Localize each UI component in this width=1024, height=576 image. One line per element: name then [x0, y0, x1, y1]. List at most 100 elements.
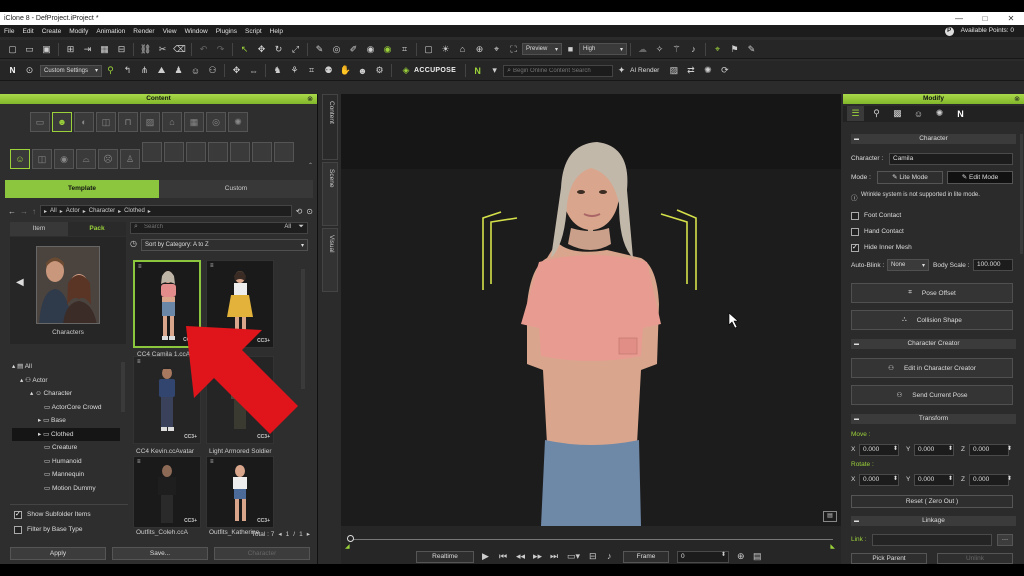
select-icon[interactable]: ↖: [236, 42, 253, 57]
eye-icon[interactable]: ◉: [362, 42, 379, 57]
link-icon[interactable]: ⛓: [137, 42, 154, 57]
puppet-icon[interactable]: ⚘: [286, 63, 303, 78]
tree-scrollbar[interactable]: [121, 362, 125, 412]
thumb-coleh[interactable]: ≡ CC3+ Outfits_Coleh.ccA: [133, 456, 201, 536]
terrain-icon[interactable]: ⛰: [153, 63, 170, 78]
thumb-katherine[interactable]: ≡ CC3+ Outfits_Katherine: [206, 456, 274, 536]
hair-sub-icon[interactable]: ⌓: [76, 149, 96, 169]
mocap-icon[interactable]: ⚉: [320, 63, 337, 78]
pose-offset-button[interactable]: ⌗ Pose Offset: [851, 283, 1013, 303]
lite-mode-button[interactable]: ✎ Lite Mode: [877, 171, 943, 184]
physics-tab-icon[interactable]: ✺: [931, 106, 948, 121]
panel-close-icon[interactable]: ⊗: [1014, 95, 1020, 103]
move-z-field[interactable]: 0.000: [969, 444, 1009, 456]
show-subfolder-checkbox[interactable]: [14, 510, 22, 519]
spinner-icon[interactable]: ⬍: [948, 475, 953, 482]
node-icon[interactable]: ⋔: [136, 63, 153, 78]
accupose-button[interactable]: ◈ ACCUPOSE: [401, 63, 456, 78]
crop-icon[interactable]: ⌗: [396, 42, 413, 57]
move-icon[interactable]: ✥: [253, 42, 270, 57]
menu-plugins[interactable]: Plugins: [212, 28, 241, 35]
slot-1[interactable]: [142, 142, 162, 162]
pick-parent-button[interactable]: Pick Parent: [851, 553, 927, 564]
panel-close-icon[interactable]: ⊗: [307, 95, 313, 103]
unlink-icon[interactable]: ✂: [154, 42, 171, 57]
mic-icon[interactable]: ♪: [685, 42, 702, 57]
character-creator-section-header[interactable]: ▬ Character Creator: [851, 339, 1016, 349]
animation-icon[interactable]: ◐: [74, 112, 94, 132]
side-tab-scene[interactable]: Scene: [322, 162, 338, 226]
frame-mode-button[interactable]: Frame: [623, 551, 669, 563]
prev-page-icon[interactable]: ◂: [278, 530, 281, 538]
breadcrumb-actor[interactable]: Actor: [66, 208, 80, 214]
actor-icon[interactable]: ☺: [187, 63, 204, 78]
breadcrumb-clothed[interactable]: Clothed: [124, 208, 145, 214]
content-search[interactable]: ⌕ All ⏷: [130, 222, 308, 234]
walk-icon[interactable]: ⚇: [204, 63, 221, 78]
set-icon[interactable]: ⊓: [118, 112, 138, 132]
tree-item-humanoid[interactable]: ▭ Humanoid: [12, 455, 120, 469]
options-icon[interactable]: ⊙: [306, 207, 313, 216]
flag-icon[interactable]: ⚑: [726, 42, 743, 57]
slot-5[interactable]: [230, 142, 250, 162]
tree-item-motion-dummy[interactable]: ▭ Motion Dummy: [12, 482, 120, 496]
export-icon[interactable]: ⇥: [79, 42, 96, 57]
motion-icon[interactable]: ♞: [269, 63, 286, 78]
next-page-icon[interactable]: ▸: [307, 530, 310, 538]
effects-icon[interactable]: ◎: [206, 112, 226, 132]
menu-script[interactable]: Script: [241, 28, 266, 35]
character-name-field[interactable]: Camila: [889, 153, 1013, 165]
edit-mode-button[interactable]: ✎ Edit Mode: [947, 171, 1013, 184]
forward-arrow-icon[interactable]: →: [20, 207, 28, 216]
side-tab-content[interactable]: Content: [322, 94, 338, 160]
body-scale-field[interactable]: 100.000: [973, 259, 1013, 271]
tree-item-mannequin[interactable]: ▭ Mannequin: [12, 468, 120, 482]
breadcrumb-character[interactable]: Character: [89, 208, 115, 214]
spinner-icon[interactable]: ⬍: [721, 551, 726, 558]
menu-file[interactable]: File: [0, 28, 18, 35]
slot-2[interactable]: [164, 142, 184, 162]
merge-icon[interactable]: ⊟: [113, 42, 130, 57]
range-end-marker[interactable]: ◣: [830, 543, 835, 550]
cloud-icon[interactable]: ☁: [634, 42, 651, 57]
loop-icon[interactable]: ▭▾: [567, 551, 580, 562]
character-sub-icon[interactable]: ☺: [10, 149, 30, 169]
next-frame-icon[interactable]: ▸▸: [533, 551, 542, 562]
tab-pack[interactable]: Pack: [68, 222, 126, 236]
range-start-marker[interactable]: ◢: [345, 543, 350, 550]
preview-dropdown[interactable]: Preview ▾: [522, 43, 562, 55]
magic-icon[interactable]: ✦: [613, 63, 630, 78]
unlink-button[interactable]: Unlink: [937, 553, 1013, 564]
filter-base-checkbox[interactable]: [14, 526, 22, 534]
save-icon[interactable]: ▣: [38, 42, 55, 57]
tree-item-clothed[interactable]: ▸ ▭ Clothed: [12, 427, 120, 441]
spinner-icon[interactable]: ⬍: [893, 475, 898, 482]
camera-icon[interactable]: ▨: [140, 112, 160, 132]
spinner-icon[interactable]: ⬍: [948, 445, 953, 452]
camera-tool-icon[interactable]: ◎: [328, 42, 345, 57]
frame-icon[interactable]: ⌖: [488, 42, 505, 57]
prev-frame-icon[interactable]: ◂◂: [516, 551, 525, 562]
grid-icon[interactable]: ⌗: [303, 63, 320, 78]
transfer-icon[interactable]: ⇄: [682, 63, 699, 78]
timeline-scrubber[interactable]: [347, 535, 354, 542]
import-icon[interactable]: ⊞: [62, 42, 79, 57]
n-logo-icon[interactable]: N: [469, 63, 486, 78]
spinner-icon[interactable]: ⬍: [893, 445, 898, 452]
auto-blink-dropdown[interactable]: None ▾: [887, 259, 929, 271]
gizmo-icon[interactable]: ⌖: [709, 42, 726, 57]
hide-inner-mesh-checkbox[interactable]: [851, 243, 859, 252]
apply-button[interactable]: Apply: [10, 547, 106, 560]
sun-icon[interactable]: ✺: [699, 63, 716, 78]
slot-7[interactable]: [274, 142, 294, 162]
stage-icon[interactable]: ◫: [96, 112, 116, 132]
visible-icon[interactable]: ◉: [379, 42, 396, 57]
online-search-input[interactable]: [513, 67, 608, 74]
delete-icon[interactable]: ⌫: [171, 42, 188, 57]
globe-icon[interactable]: ⊕: [471, 42, 488, 57]
menu-view[interactable]: View: [159, 28, 181, 35]
characters-pack-image[interactable]: [36, 246, 100, 324]
slot-6[interactable]: [252, 142, 272, 162]
slot-4[interactable]: [208, 142, 228, 162]
menu-help[interactable]: Help: [266, 28, 287, 35]
